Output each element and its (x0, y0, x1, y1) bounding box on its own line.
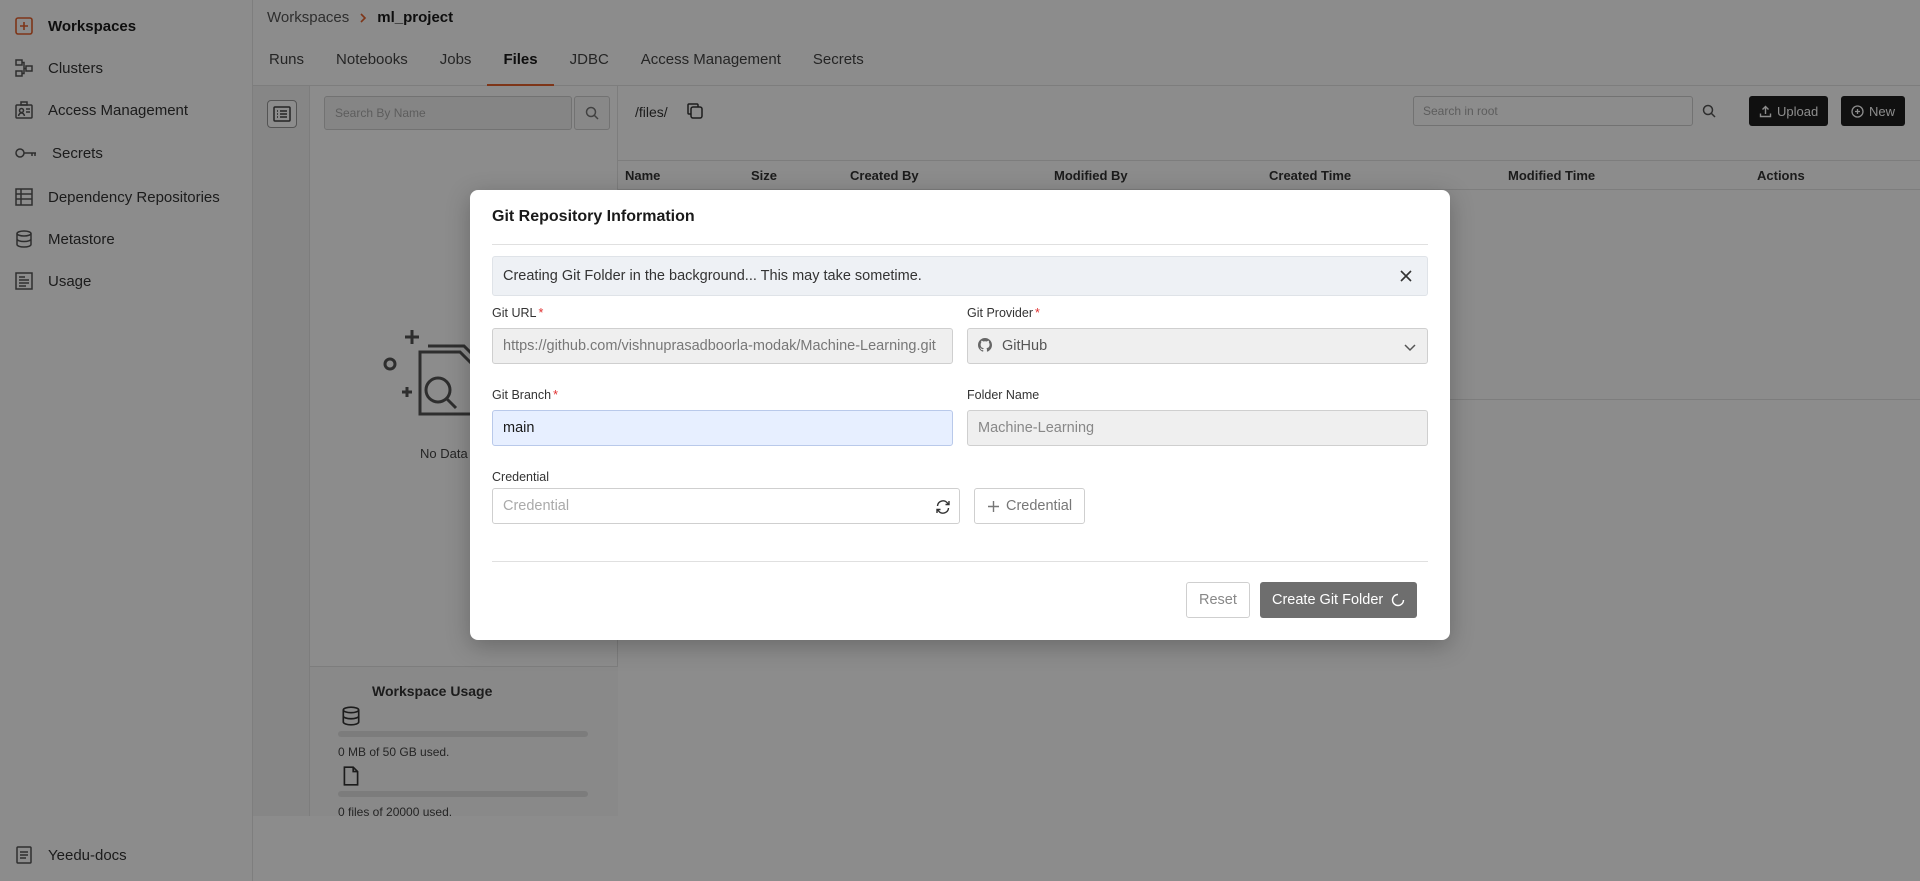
modal-divider-top (492, 244, 1428, 245)
git-branch-label: Git Branch * (492, 388, 558, 402)
credential-label: Credential (492, 470, 549, 484)
github-icon (978, 338, 992, 352)
git-provider-select[interactable]: GitHub (967, 328, 1428, 364)
create-git-folder-button[interactable]: Create Git Folder (1260, 582, 1418, 618)
info-banner: Creating Git Folder in the background...… (492, 256, 1428, 296)
git-repository-modal: Git Repository Information Creating Git … (470, 190, 1450, 640)
git-branch-input[interactable]: main (492, 410, 953, 446)
git-provider-label: Git Provider * (967, 306, 1040, 320)
chevron-down-icon (1404, 344, 1416, 352)
refresh-icon[interactable] (935, 499, 951, 515)
modal-divider-bottom (492, 561, 1428, 562)
credential-select[interactable]: Credential (492, 488, 960, 524)
reset-button[interactable]: Reset (1186, 582, 1250, 618)
modal-title: Git Repository Information (492, 208, 695, 225)
loading-spinner-icon (1392, 593, 1405, 607)
folder-name-input[interactable]: Machine-Learning (967, 410, 1428, 446)
add-credential-button[interactable]: Credential (974, 488, 1086, 524)
info-banner-text: Creating Git Folder in the background...… (503, 268, 922, 284)
folder-name-label: Folder Name (967, 388, 1040, 402)
plus-icon (988, 500, 999, 512)
close-icon[interactable] (1397, 267, 1415, 285)
git-url-label: Git URL * (492, 306, 544, 320)
git-url-field[interactable]: https://github.com/vishnuprasadboorla-mo… (492, 328, 953, 364)
